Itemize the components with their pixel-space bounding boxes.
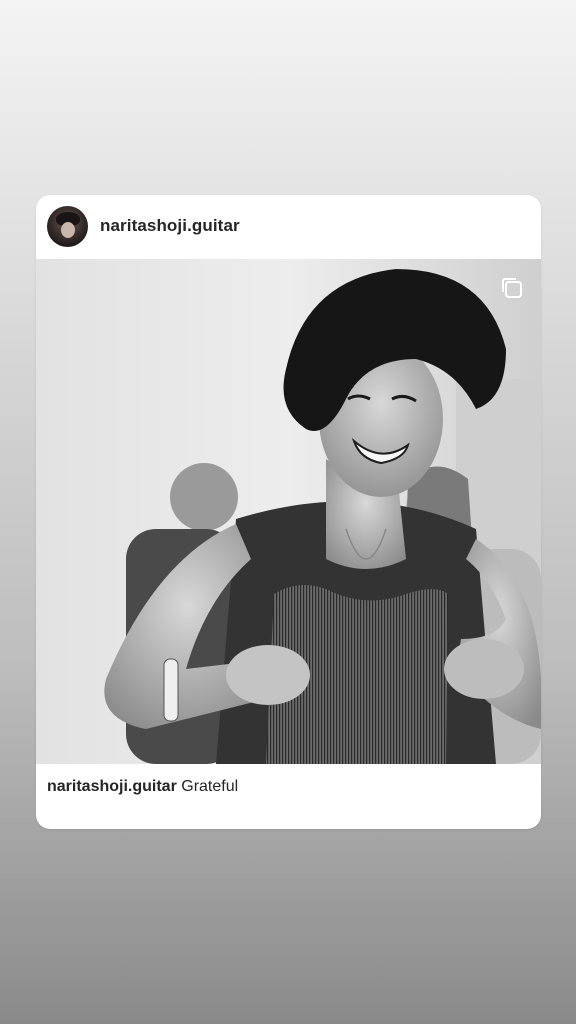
avatar[interactable] bbox=[47, 206, 88, 247]
multiple-photos-icon bbox=[502, 278, 522, 298]
post-caption: naritashoji.guitar Grateful bbox=[47, 778, 238, 796]
caption-username[interactable]: naritashoji.guitar bbox=[47, 778, 177, 795]
shared-post-card[interactable]: naritashoji.guitar naritashoji.guitar Gr… bbox=[36, 195, 541, 829]
post-username[interactable]: naritashoji.guitar bbox=[100, 216, 240, 236]
caption-text: Grateful bbox=[181, 778, 239, 795]
post-photo[interactable] bbox=[36, 259, 541, 764]
post-header: naritashoji.guitar bbox=[36, 195, 541, 259]
